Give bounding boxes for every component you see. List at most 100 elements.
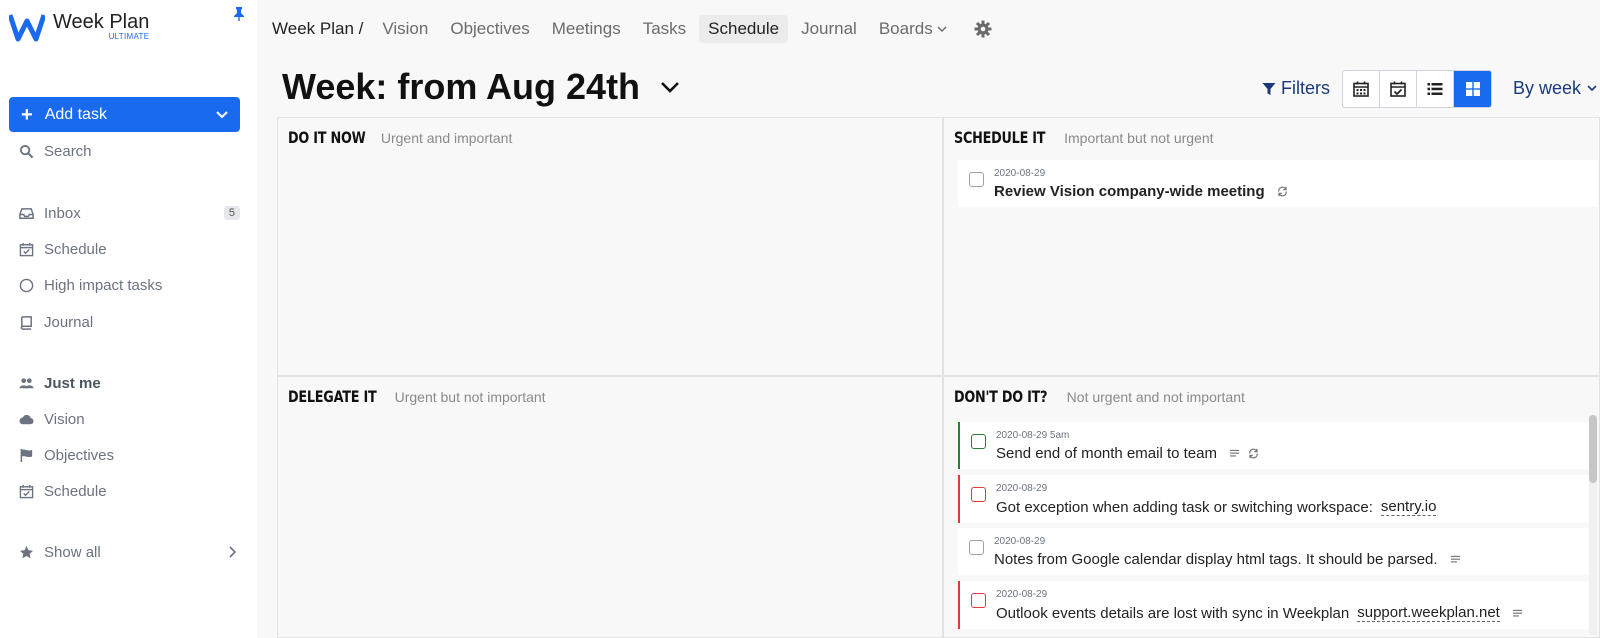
task-date: 2020-08-29 — [994, 536, 1046, 547]
gear-icon[interactable] — [974, 20, 992, 38]
period-label: By week — [1513, 78, 1582, 98]
app-tier: ULTIMATE — [108, 32, 150, 41]
sidebar-search[interactable]: Search — [18, 139, 240, 163]
flag-icon — [18, 447, 34, 463]
task-title: Outlook events details are lost with syn… — [996, 604, 1350, 622]
notes-icon — [1512, 609, 1522, 617]
task-card[interactable]: 2020-08-29 Notes from Google calendar di… — [958, 528, 1590, 575]
calendar-view-button[interactable] — [1343, 71, 1380, 107]
quadrant-subtitle: Important but not urgent — [1064, 130, 1214, 146]
quadrant-title: DELEGATE IT — [288, 387, 377, 406]
task-date: 2020-08-29 — [996, 589, 1048, 600]
task-checkbox[interactable] — [971, 593, 986, 608]
app-name: Week Plan — [53, 11, 150, 33]
sidebar-item-objectives[interactable]: Objectives — [18, 443, 240, 467]
pin-icon[interactable] — [233, 7, 245, 21]
task-title: Notes from Google calendar display html … — [994, 551, 1438, 568]
sidebar-show-all[interactable]: Show all — [18, 540, 240, 564]
task-title: Send end of month email to team — [996, 445, 1217, 462]
quadrant-title: DO IT NOW — [288, 128, 366, 147]
task-checkbox[interactable] — [969, 540, 984, 555]
quadrant-dont-do-it[interactable]: DON'T DO IT? Not urgent and not importan… — [943, 376, 1600, 638]
schedule-view-button[interactable] — [1380, 71, 1417, 107]
star-icon — [18, 544, 34, 560]
quadrant-subtitle: Urgent but not important — [394, 389, 546, 405]
sidebar-item-schedule[interactable]: Schedule — [18, 237, 240, 261]
plus-icon: + — [21, 103, 33, 126]
page-title: Week: from Aug 24th — [282, 66, 641, 107]
quadrant-subtitle: Urgent and important — [380, 130, 513, 146]
chevron-down-icon — [1587, 85, 1597, 92]
sidebar-item-label: High impact tasks — [44, 276, 163, 294]
sidebar-item-label: Objectives — [44, 446, 115, 464]
tab-journal[interactable]: Journal — [792, 15, 866, 43]
task-date: 2020-08-29 — [996, 483, 1048, 494]
quadrant-subtitle: Not urgent and not important — [1066, 389, 1245, 405]
task-link[interactable]: support.weekplan.net — [1357, 604, 1500, 622]
sidebar-item-vision[interactable]: Vision — [18, 407, 240, 431]
task-card[interactable]: 2020-08-29 Got exception when adding tas… — [958, 475, 1590, 523]
view-switcher — [1342, 70, 1492, 108]
chevron-right-icon — [229, 546, 236, 558]
filter-icon — [1262, 82, 1276, 95]
sidebar-workspace-just-me[interactable]: Just me — [18, 371, 240, 395]
week-title-dropdown[interactable]: Week: from Aug 24th — [282, 66, 680, 108]
inbox-count-badge: 5 — [223, 206, 240, 220]
quadrant-delegate-it[interactable]: DELEGATE IT Urgent but not important — [277, 376, 943, 638]
sidebar-item-journal[interactable]: Journal — [18, 310, 240, 334]
sidebar-item-label: Schedule — [44, 482, 107, 500]
task-card[interactable]: 2020-08-29 Outlook events details are lo… — [958, 581, 1590, 629]
task-checkbox[interactable] — [969, 172, 984, 187]
list-icon — [1427, 83, 1443, 95]
list-view-button[interactable] — [1417, 71, 1454, 107]
period-dropdown[interactable]: By week — [1513, 78, 1597, 99]
tab-tasks[interactable]: Tasks — [634, 15, 695, 43]
task-card[interactable]: 2020-08-29 Review Vision company-wide me… — [958, 160, 1598, 207]
task-checkbox[interactable] — [971, 487, 986, 502]
quadrant-schedule-it[interactable]: SCHEDULE IT Important but not urgent 202… — [943, 117, 1600, 376]
tab-schedule[interactable]: Schedule — [699, 15, 789, 43]
inbox-icon — [18, 205, 34, 221]
quadrant-title: DON'T DO IT? — [954, 387, 1048, 406]
task-checkbox[interactable] — [971, 434, 986, 449]
sidebar-item-schedule-workspace[interactable]: Schedule — [18, 479, 240, 503]
task-title: Review Vision company-wide meeting — [994, 183, 1265, 200]
tab-boards[interactable]: Boards — [870, 15, 956, 43]
show-all-label: Show all — [44, 543, 101, 561]
cloud-icon — [18, 411, 34, 427]
app-logo[interactable]: Week Plan ULTIMATE — [9, 12, 149, 42]
filters-button[interactable]: Filters — [1262, 78, 1330, 99]
filters-label: Filters — [1281, 78, 1330, 98]
scrollbar[interactable] — [1589, 415, 1597, 635]
tab-meetings[interactable]: Meetings — [543, 15, 630, 43]
tab-boards-label: Boards — [878, 19, 933, 38]
scrollbar-thumb[interactable] — [1589, 415, 1597, 483]
matrix-view-button[interactable] — [1454, 71, 1491, 107]
tab-vision[interactable]: Vision — [373, 15, 437, 43]
sidebar-item-label: Schedule — [44, 240, 107, 258]
add-task-button[interactable]: + Add task — [9, 97, 240, 132]
users-icon — [18, 375, 34, 391]
notes-icon — [1450, 555, 1460, 563]
task-card[interactable]: 2020-08-29 5am Send end of month email t… — [958, 422, 1590, 469]
quadrant-title: SCHEDULE IT — [954, 128, 1046, 147]
calendar-check-icon — [18, 483, 34, 499]
task-link[interactable]: sentry.io — [1380, 498, 1437, 516]
grid-icon — [1465, 82, 1480, 96]
repeat-icon — [1249, 448, 1258, 459]
repeat-icon — [1277, 186, 1287, 197]
chevron-down-icon — [661, 82, 679, 93]
sidebar-item-inbox[interactable]: Inbox 5 — [18, 201, 240, 225]
task-title: Got exception when adding task or switch… — [996, 498, 1373, 516]
book-icon — [18, 314, 34, 330]
search-icon — [18, 143, 34, 159]
sidebar-item-high-impact-tasks[interactable]: High impact tasks — [18, 273, 240, 297]
breadcrumb[interactable]: Week Plan / — [272, 19, 363, 39]
circle-icon — [18, 277, 34, 293]
chevron-down-icon[interactable] — [216, 110, 228, 119]
tab-objectives[interactable]: Objectives — [441, 15, 538, 43]
quadrant-do-it-now[interactable]: DO IT NOW Urgent and important — [277, 117, 943, 376]
notes-icon — [1229, 449, 1240, 457]
add-task-label: Add task — [44, 105, 107, 123]
top-navigation: Week Plan / Vision Objectives Meetings T… — [272, 14, 992, 44]
